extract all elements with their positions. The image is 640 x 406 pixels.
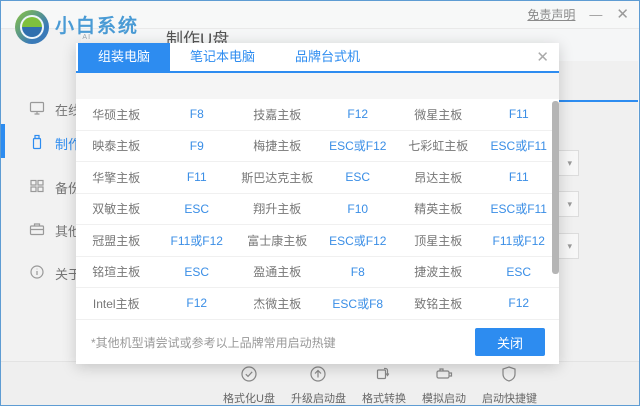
key-cell: F11或F12: [479, 232, 560, 249]
key-cell: F11: [157, 170, 238, 184]
monitor-icon: [29, 100, 45, 119]
simulate-boot-icon: [435, 365, 453, 388]
sidebar: 在线 制作 备份 其他: [1, 29, 81, 361]
table-header-row: [76, 73, 559, 99]
key-cell: F8: [157, 107, 238, 121]
table-row: 铭瑄主板 ESC 盈通主板 F8 捷波主板 ESC: [76, 257, 559, 289]
table-row: 华擎主板 F11 斯巴达克主板 ESC 昂达主板 F11: [76, 162, 559, 194]
key-cell: F11: [479, 170, 560, 184]
brand-cell: 致铭主板: [398, 295, 479, 312]
info-icon: [29, 264, 45, 283]
tool-label: 模拟启动: [422, 390, 466, 406]
window-close-button[interactable]: ✕: [616, 7, 629, 22]
tool-simulate-boot[interactable]: 模拟启动: [422, 365, 466, 406]
boot-hotkey-dialog: 组装电脑 笔记本电脑 品牌台式机 ✕ 华硕主板 F8 技嘉主板 F12 微星主板…: [76, 43, 559, 364]
shield-icon: [500, 365, 518, 388]
key-cell: ESC: [479, 265, 560, 279]
tool-label: 格式转换: [362, 390, 406, 406]
key-cell: ESC或F8: [318, 295, 399, 312]
brand-cell: 昂达主板: [398, 169, 479, 186]
key-cell: F10: [318, 202, 399, 216]
brand-cell: 捷波主板: [398, 263, 479, 280]
bottom-toolbar: 格式化U盘 升级启动盘 格式转换: [1, 361, 639, 405]
disclaimer-link[interactable]: 免责声明: [527, 6, 575, 23]
key-cell: ESC: [157, 265, 238, 279]
brand-cell: 盈通主板: [237, 263, 318, 280]
chevron-down-icon: ▾: [567, 199, 572, 210]
tool-label: 升级启动盘: [291, 390, 346, 406]
footer-note: *其他机型请尝试或参考以上品牌常用启动热键: [91, 334, 336, 351]
tab-brand-desktop[interactable]: 品牌台式机: [275, 43, 380, 71]
brand-cell: 翔升主板: [237, 200, 318, 217]
key-cell: ESC或F12: [318, 137, 399, 154]
convert-icon: [375, 365, 393, 388]
brand-cell: 华擎主板: [76, 169, 157, 186]
tool-label: 格式化U盘: [223, 390, 275, 406]
dialog-tabbar: 组装电脑 笔记本电脑 品牌台式机 ✕: [76, 43, 559, 73]
sidebar-item-online-reinstall[interactable]: 在线: [1, 96, 81, 122]
grid-icon: [29, 178, 45, 197]
brand-cell: 斯巴达克主板: [237, 169, 318, 186]
tool-upgrade-boot-disk[interactable]: 升级启动盘: [291, 365, 346, 406]
app-logo-icon: [15, 10, 49, 44]
table-row: 映泰主板 F9 梅捷主板 ESC或F12 七彩虹主板 ESC或F11: [76, 131, 559, 163]
key-cell: F12: [157, 296, 238, 310]
key-cell: ESC或F12: [318, 232, 399, 249]
chevron-down-icon: ▾: [567, 158, 572, 169]
brand-cell: 富士康主板: [237, 232, 318, 249]
key-cell: F11或F12: [157, 232, 238, 249]
upgrade-arrow-icon: [309, 365, 327, 388]
table-row: 冠盟主板 F11或F12 富士康主板 ESC或F12 顶星主板 F11或F12: [76, 225, 559, 257]
sidebar-item-make-usb[interactable]: 制作: [1, 130, 81, 156]
hotkey-table: 华硕主板 F8 技嘉主板 F12 微星主板 F11 映泰主板 F9 梅捷主板 E…: [76, 99, 559, 320]
brand-cell: 微星主板: [398, 106, 479, 123]
app-window: 免责声明 — ✕ 小白系统 XIAOBAI 制作U盘 在线 制作: [0, 0, 640, 406]
minimize-button[interactable]: —: [589, 8, 602, 21]
table-row: Intel主板 F12 杰微主板 ESC或F8 致铭主板 F12: [76, 288, 559, 320]
dialog-close-icon[interactable]: ✕: [536, 48, 549, 66]
sidebar-item-other[interactable]: 其他: [1, 217, 81, 243]
key-cell: F12: [479, 296, 560, 310]
brand-cell: 杰微主板: [237, 295, 318, 312]
key-cell: ESC: [318, 170, 399, 184]
brand-cell: 精英主板: [398, 200, 479, 217]
close-button[interactable]: 关闭: [475, 328, 545, 356]
chevron-down-icon: ▾: [567, 241, 572, 252]
tab-laptop[interactable]: 笔记本电脑: [170, 43, 275, 71]
usb-icon: [29, 134, 45, 153]
tool-format-convert[interactable]: 格式转换: [362, 365, 406, 406]
brand-cell: 铭瑄主板: [76, 263, 157, 280]
brand-cell: Intel主板: [76, 295, 157, 312]
table-row: 双敏主板 ESC 翔升主板 F10 精英主板 ESC或F11: [76, 194, 559, 226]
key-cell: F9: [157, 139, 238, 153]
briefcase-icon: [29, 221, 45, 240]
format-check-icon: [240, 365, 258, 388]
brand-cell: 七彩虹主板: [398, 137, 479, 154]
tool-label: 启动快捷键: [482, 390, 537, 406]
key-cell: F8: [318, 265, 399, 279]
table-row: 华硕主板 F8 技嘉主板 F12 微星主板 F11: [76, 99, 559, 131]
key-cell: ESC: [157, 202, 238, 216]
brand-cell: 冠盟主板: [76, 232, 157, 249]
brand-cell: 技嘉主板: [237, 106, 318, 123]
tool-format-usb[interactable]: 格式化U盘: [223, 365, 275, 406]
tab-assembled-pc[interactable]: 组装电脑: [78, 43, 170, 71]
brand-name: 小白系统: [55, 11, 139, 38]
brand-cell: 映泰主板: [76, 137, 157, 154]
brand-cell: 双敏主板: [76, 200, 157, 217]
key-cell: F12: [318, 107, 399, 121]
sidebar-item-about[interactable]: 关于: [1, 260, 81, 286]
key-cell: F11: [479, 107, 560, 121]
key-cell: ESC或F11: [479, 137, 560, 154]
sidebar-item-backup-restore[interactable]: 备份: [1, 174, 81, 200]
brand-cell: 顶星主板: [398, 232, 479, 249]
dialog-footer: *其他机型请尝试或参考以上品牌常用启动热键 关闭: [76, 320, 559, 364]
scrollbar-thumb[interactable]: [552, 101, 559, 274]
brand-cell: 华硕主板: [76, 106, 157, 123]
key-cell: ESC或F11: [479, 200, 560, 217]
brand-cell: 梅捷主板: [237, 137, 318, 154]
tool-boot-hotkeys[interactable]: 启动快捷键: [482, 365, 537, 406]
